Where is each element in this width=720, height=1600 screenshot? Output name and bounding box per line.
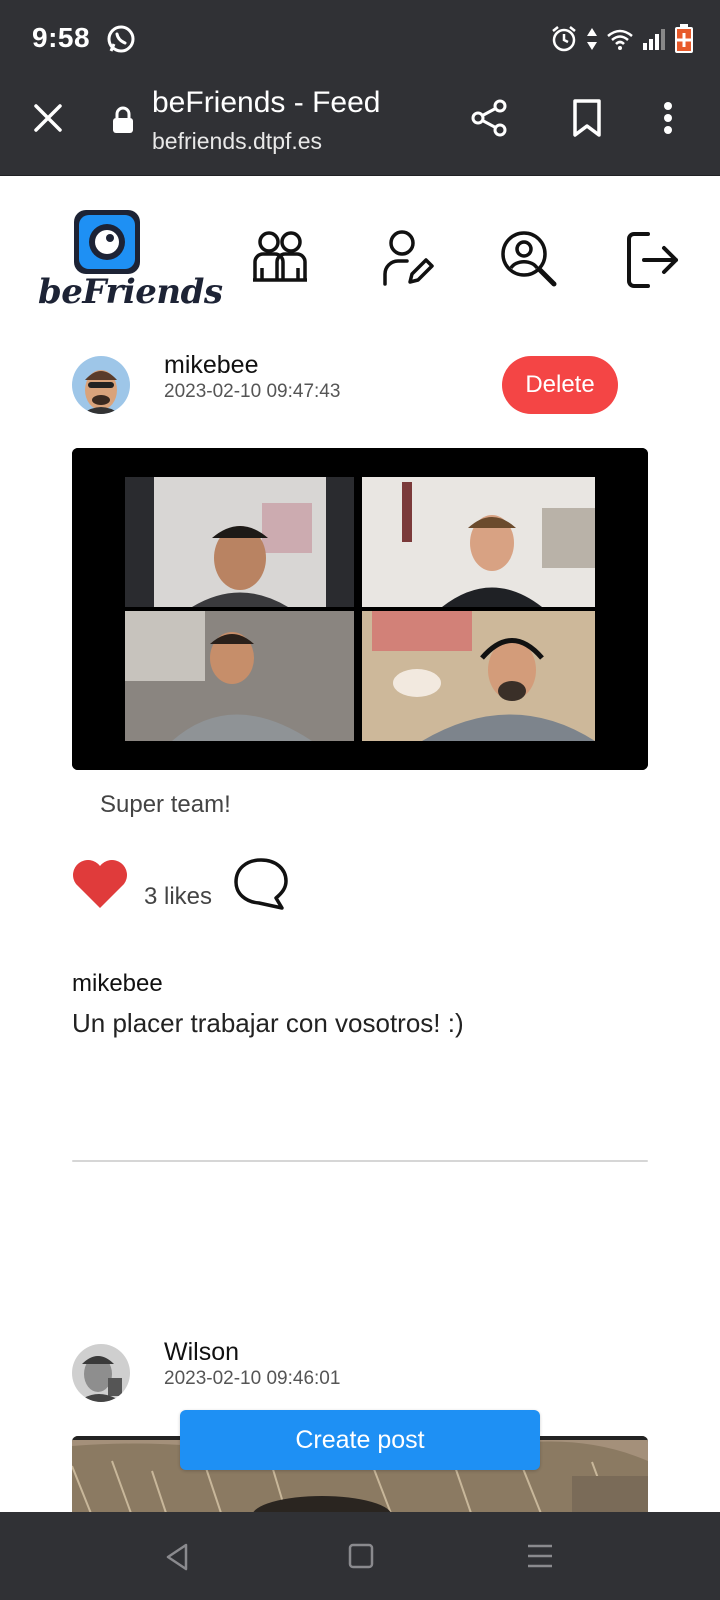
battery-icon bbox=[674, 24, 694, 59]
recents-menu-icon[interactable] bbox=[526, 1542, 554, 1575]
avatar[interactable] bbox=[72, 356, 130, 414]
post-author[interactable]: Wilson bbox=[164, 1338, 239, 1367]
comment-icon[interactable] bbox=[232, 856, 290, 917]
delete-button[interactable]: Delete bbox=[502, 356, 618, 414]
wifi-icon bbox=[606, 28, 634, 55]
likes-count: 3 likes bbox=[144, 883, 213, 910]
share-icon[interactable] bbox=[470, 98, 510, 143]
logo-text: beFriends bbox=[38, 272, 223, 312]
edit-profile-icon[interactable] bbox=[382, 230, 434, 293]
post-image bbox=[72, 448, 648, 770]
whatsapp-icon bbox=[106, 24, 136, 59]
friends-icon[interactable] bbox=[250, 230, 310, 289]
page-url[interactable]: befriends.dtpf.es bbox=[152, 128, 322, 155]
page-title: beFriends - Feed bbox=[152, 86, 381, 119]
lock-icon bbox=[112, 106, 134, 139]
data-arrows-icon bbox=[586, 27, 598, 56]
app-logo[interactable] bbox=[74, 210, 140, 274]
signal-icon bbox=[642, 28, 666, 55]
post-card: mikebee 2023-02-10 09:47:43 Delete Super… bbox=[0, 348, 720, 1168]
logout-icon[interactable] bbox=[626, 230, 680, 295]
alarm-icon bbox=[550, 25, 578, 58]
search-user-icon[interactable] bbox=[500, 230, 558, 293]
home-icon[interactable] bbox=[348, 1542, 374, 1575]
app-header: beFriends bbox=[0, 176, 720, 326]
create-post-button[interactable]: Create post bbox=[180, 1410, 540, 1470]
comment-author[interactable]: mikebee bbox=[72, 970, 163, 998]
comment-text: Un placer trabajar con vosotros! :) bbox=[72, 1008, 464, 1038]
post-timestamp: 2023-02-10 09:46:01 bbox=[164, 1368, 341, 1389]
heart-icon[interactable] bbox=[70, 858, 130, 915]
more-options-icon[interactable] bbox=[660, 98, 676, 143]
browser-toolbar: beFriends - Feed befriends.dtpf.es bbox=[0, 78, 720, 176]
bookmark-icon[interactable] bbox=[570, 98, 604, 143]
post-author[interactable]: mikebee bbox=[164, 351, 259, 380]
status-time: 9:58 bbox=[32, 22, 91, 53]
back-icon[interactable] bbox=[164, 1542, 190, 1577]
status-icons bbox=[550, 24, 694, 59]
system-nav-bar bbox=[0, 1512, 720, 1600]
close-icon[interactable] bbox=[30, 100, 66, 136]
post-timestamp: 2023-02-10 09:47:43 bbox=[164, 381, 341, 402]
post-caption: Super team! bbox=[100, 791, 231, 818]
post-divider bbox=[72, 1160, 648, 1162]
avatar[interactable] bbox=[72, 1344, 130, 1402]
status-bar: 9:58 bbox=[0, 0, 720, 78]
